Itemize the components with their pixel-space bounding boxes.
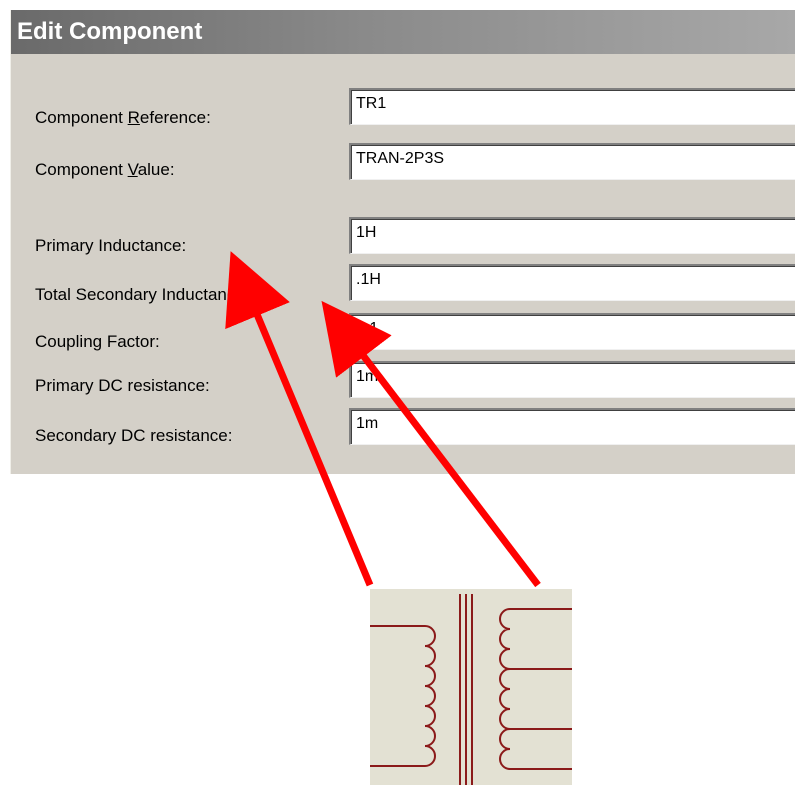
component-reference-label: Component Reference: — [35, 108, 211, 127]
component-value-label: Component Value: — [35, 160, 175, 179]
secondary-dc-resistance-input[interactable]: 1m — [349, 408, 795, 445]
primary-dc-resistance-label: Primary DC resistance: — [35, 376, 210, 395]
primary-inductance-input[interactable]: 1H — [349, 217, 795, 254]
dialog-title: Edit Component — [11, 10, 795, 54]
component-reference-input[interactable]: TR1 — [349, 88, 795, 125]
coupling-factor-label: Coupling Factor: — [35, 332, 160, 351]
total-secondary-inductance-label: Total Secondary Inductance: — [35, 285, 250, 304]
secondary-dc-resistance-label: Secondary DC resistance: — [35, 426, 233, 445]
component-value-input[interactable]: TRAN-2P3S — [349, 143, 795, 180]
coupling-factor-input[interactable]: 0.1 — [349, 313, 795, 350]
transformer-icon — [370, 589, 572, 785]
primary-dc-resistance-input[interactable]: 1m — [349, 361, 795, 398]
edit-component-dialog: Edit Component Component Reference: TR1 … — [10, 10, 795, 474]
total-secondary-inductance-input[interactable]: .1H — [349, 264, 795, 301]
primary-inductance-label: Primary Inductance: — [35, 236, 187, 255]
